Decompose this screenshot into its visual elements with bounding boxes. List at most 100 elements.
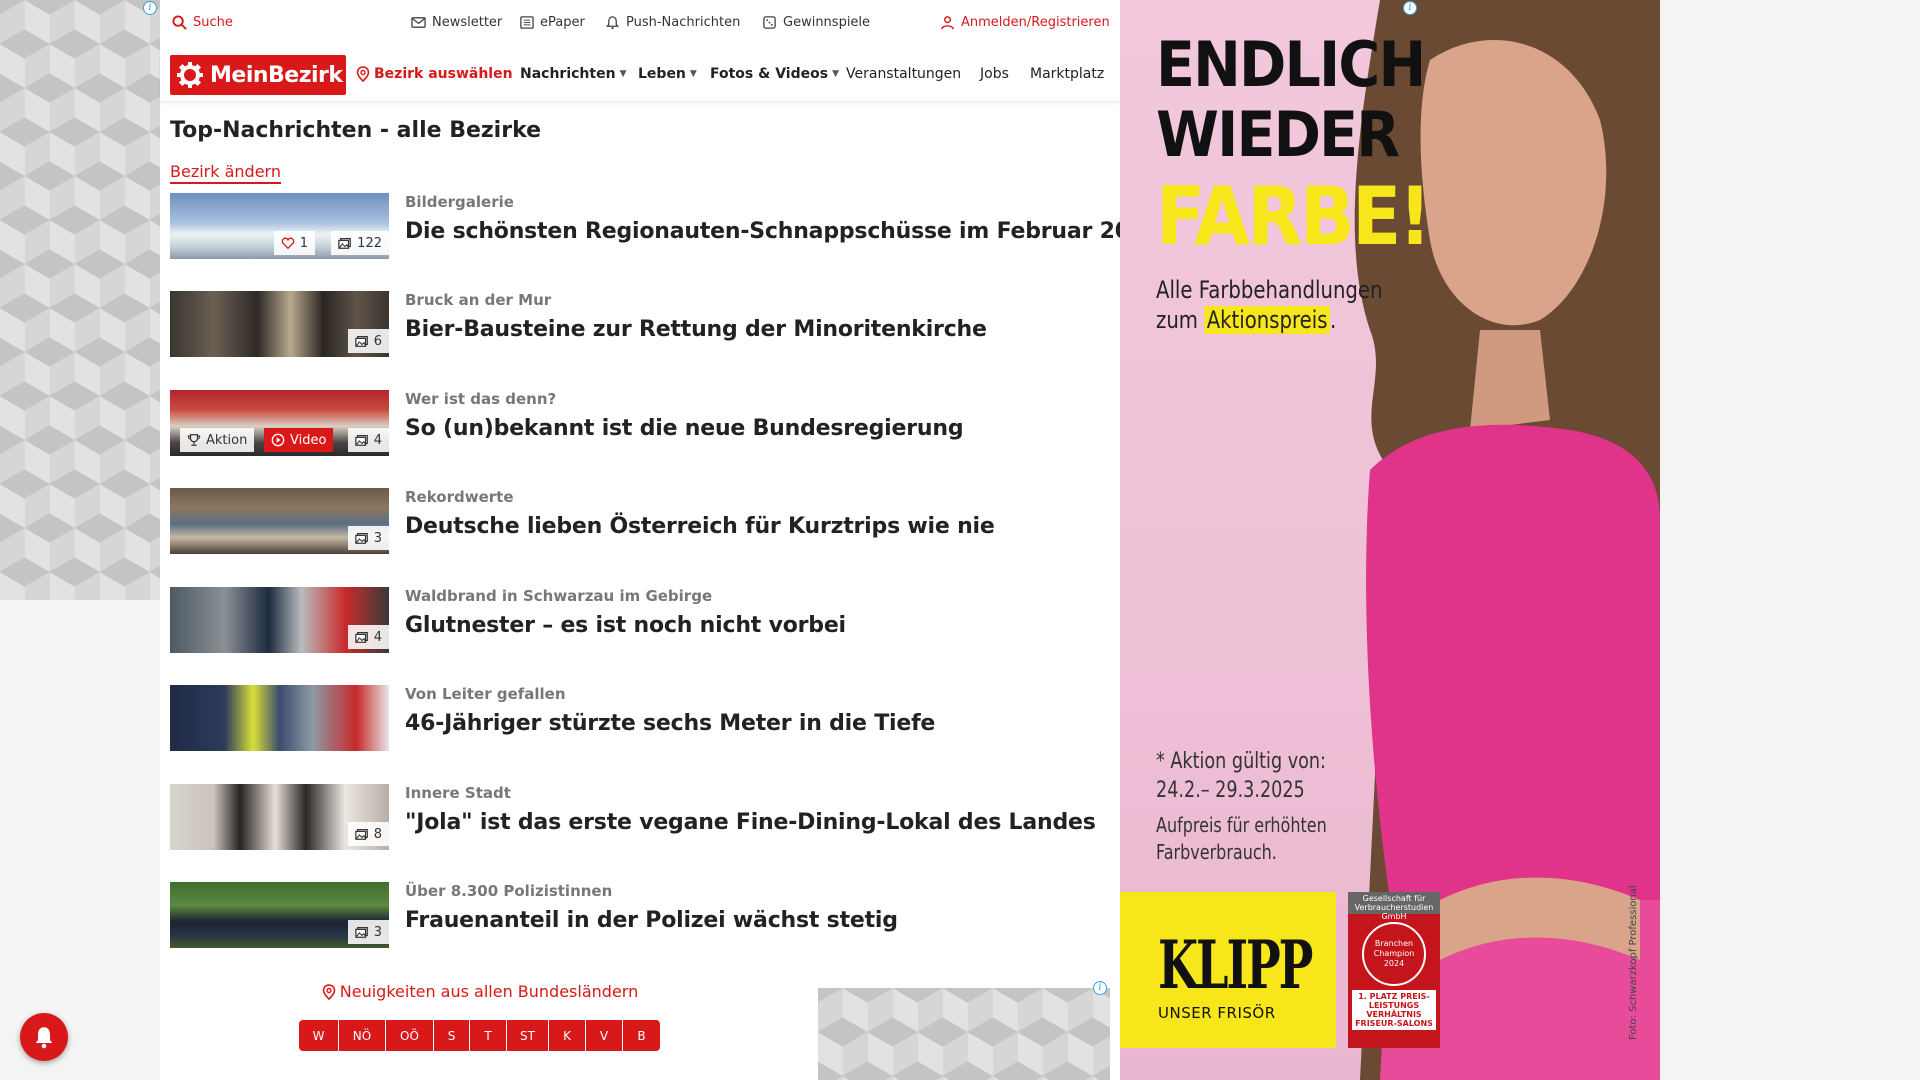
user-icon (941, 16, 954, 30)
ad-headline-1: ENDLICH (1156, 28, 1426, 101)
notification-bell-button[interactable] (20, 1013, 68, 1061)
article-item[interactable]: 6 Bruck an der Mur Bier-Bausteine zur Re… (170, 291, 1110, 359)
article-thumbnail[interactable]: 3 (170, 488, 389, 554)
ad-headline-3: FARBE! (1156, 170, 1431, 263)
klipp-tagline: UNSER FRISÖR (1158, 1004, 1276, 1022)
nav-veranstaltungen[interactable]: Veranstaltungen (846, 66, 961, 82)
state-button-ooe[interactable]: OÖ (386, 1020, 434, 1051)
trophy-icon (187, 434, 201, 446)
ad-headline-2: WIEDER (1156, 98, 1400, 171)
ad-info-icon[interactable]: i (1093, 981, 1107, 995)
article-item[interactable]: Aktion Video 4 Wer ist das denn? So (un)… (170, 390, 1110, 458)
article-headline[interactable]: Die schönsten Regionauten-Schnappschüsse… (405, 219, 1160, 244)
article-thumbnail[interactable]: 8 (170, 784, 389, 850)
nav-fotos-videos-label: Fotos & Videos (710, 66, 829, 82)
gallery-icon (354, 829, 368, 840)
aktion-label: Aktion (206, 432, 248, 448)
article-thumbnail[interactable] (170, 685, 389, 751)
state-button-s[interactable]: S (434, 1020, 470, 1051)
article-headline[interactable]: So (un)bekannt ist die neue Bundesregier… (405, 416, 964, 441)
article-kicker: Innere Stadt (405, 784, 511, 802)
chevron-down-icon: ▼ (832, 69, 839, 79)
article-thumbnail[interactable]: 4 (170, 587, 389, 653)
state-button-noe[interactable]: NÖ (339, 1020, 386, 1051)
push-label: Push-Nachrichten (626, 15, 741, 30)
article-kicker: Wer ist das denn? (405, 390, 557, 408)
article-item[interactable]: Von Leiter gefallen 46-Jähriger stürzte … (170, 685, 1110, 753)
article-thumbnail[interactable]: 6 (170, 291, 389, 357)
article-item[interactable]: 4 Waldbrand in Schwarzau im Gebirge Glut… (170, 587, 1110, 655)
likes-count: 1 (299, 235, 308, 251)
ad-subline: Alle Farbbehandlungen zum Aktionspreis. (1156, 275, 1383, 335)
article-headline[interactable]: Deutsche lieben Österreich für Kurztrips… (405, 514, 995, 539)
state-button-k[interactable]: K (549, 1020, 586, 1051)
ad-subline-1: Alle Farbbehandlungen (1156, 276, 1383, 304)
ad-info-icon[interactable]: i (143, 1, 157, 15)
meinbezirk-logo[interactable]: MeinBezirk (170, 55, 346, 95)
bottom-ad-banner[interactable] (818, 988, 1110, 1080)
photo-count: 4 (373, 432, 382, 448)
photo-count-badge: 122 (331, 231, 389, 255)
state-button-v[interactable]: V (586, 1020, 623, 1051)
photo-count: 6 (373, 333, 382, 349)
state-button-w[interactable]: W (299, 1020, 339, 1051)
klipp-brand: KLIPP (1158, 926, 1313, 1004)
dice-icon (763, 16, 776, 29)
bell-icon (35, 1027, 53, 1049)
photo-count: 3 (373, 530, 382, 546)
state-button-st[interactable]: ST (507, 1020, 549, 1051)
gallery-icon (354, 632, 368, 643)
ad-info-icon[interactable]: i (1403, 1, 1417, 15)
ad-fineprint-2b: Farbverbrauch. (1156, 840, 1277, 864)
search-label: Suche (193, 15, 233, 30)
utility-bar: Suche Newsletter ePaper Push-Nachrichten… (160, 0, 1120, 46)
bezirk-select-label: Bezirk auswählen (374, 66, 513, 82)
photo-count: 122 (357, 235, 382, 251)
state-button-t[interactable]: T (470, 1020, 507, 1051)
newsletter-link[interactable]: Newsletter (411, 15, 502, 30)
article-headline[interactable]: "Jola" ist das erste vegane Fine-Dining-… (405, 810, 1096, 835)
photo-count-badge: 3 (347, 920, 389, 944)
video-badge: Video (264, 428, 334, 452)
nav-nachrichten[interactable]: Nachrichten ▼ (520, 66, 626, 82)
article-thumbnail[interactable]: 3 (170, 882, 389, 948)
article-headline[interactable]: Glutnester – es ist noch nicht vorbei (405, 613, 846, 638)
article-item[interactable]: 8 Innere Stadt "Jola" ist das erste vega… (170, 784, 1110, 852)
search-icon (172, 15, 187, 30)
article-thumbnail[interactable]: 1 122 (170, 193, 389, 259)
photo-count-badge: 4 (347, 428, 389, 452)
article-kicker: Über 8.300 Polizistinnen (405, 882, 613, 900)
login-link[interactable]: Anmelden/Registrieren (940, 15, 1110, 30)
epaper-link[interactable]: ePaper (519, 15, 585, 30)
article-item[interactable]: 1 122 Bildergalerie Die schönsten Region… (170, 193, 1160, 261)
main-nav: MeinBezirk Bezirk auswählen Nachrichten … (160, 46, 1120, 102)
bundeslaender-link[interactable]: Neuigkeiten aus allen Bundesländern (320, 982, 640, 1001)
video-label: Video (290, 432, 327, 448)
search-button[interactable]: Suche (172, 15, 233, 30)
article-headline[interactable]: 46-Jähriger stürzte sechs Meter in die T… (405, 711, 935, 736)
nav-marktplatz[interactable]: Marktplatz (1030, 66, 1112, 82)
article-headline[interactable]: Bier-Bausteine zur Rettung der Minoriten… (405, 317, 987, 342)
nav-leben[interactable]: Leben ▼ (638, 66, 697, 82)
article-item[interactable]: 3 Rekordwerte Deutsche lieben Österreich… (170, 488, 1110, 556)
article-thumbnail[interactable]: Aktion Video 4 (170, 390, 389, 456)
gallery-icon (354, 435, 368, 446)
article-kicker: Bildergalerie (405, 193, 514, 211)
nav-jobs-label: Jobs (980, 66, 1009, 82)
state-button-b[interactable]: B (623, 1020, 660, 1051)
ad-fineprint-2a: Aufpreis für erhöhten (1156, 813, 1327, 837)
gewinnspiele-link[interactable]: Gewinnspiele (762, 15, 870, 30)
nav-fotos-videos[interactable]: Fotos & Videos ▼ (710, 66, 839, 82)
nav-jobs[interactable]: Jobs (980, 66, 1009, 82)
push-link[interactable]: Push-Nachrichten (605, 15, 740, 30)
bezirk-change-link[interactable]: Bezirk ändern (170, 162, 281, 184)
award-place: 1. PLATZ PREIS-LEISTUNGS VERHÄLTNIS FRIS… (1352, 990, 1436, 1030)
bezirk-select[interactable]: Bezirk auswählen (356, 66, 513, 82)
right-ad-banner[interactable]: ENDLICH WIEDER FARBE! Alle Farbbehandlun… (1120, 0, 1660, 1080)
gewinnspiele-label: Gewinnspiele (783, 15, 871, 30)
left-ad-banner[interactable] (0, 0, 160, 600)
ad-photo-credit: Foto: Schwarzkopf Professional (1628, 885, 1639, 1040)
article-item[interactable]: 3 Über 8.300 Polizistinnen Frauenanteil … (170, 882, 1110, 950)
article-headline[interactable]: Frauenanteil in der Polizei wächst steti… (405, 908, 898, 933)
photo-count: 4 (373, 629, 382, 645)
